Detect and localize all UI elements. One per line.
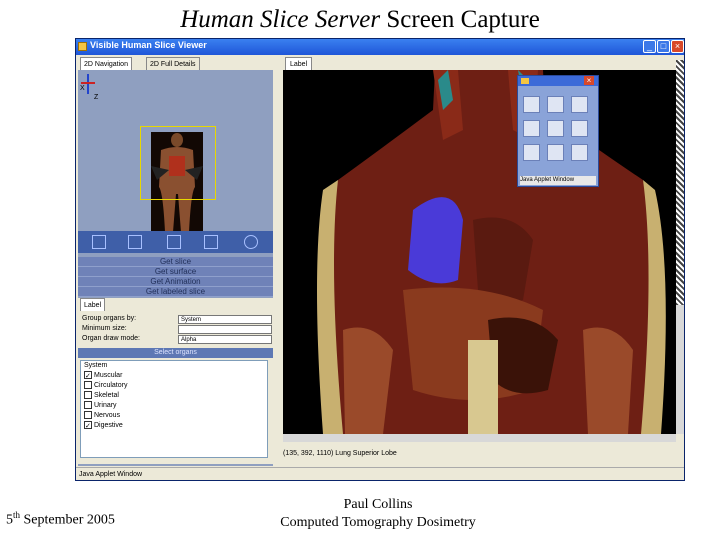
list-item[interactable]: Nervous (81, 411, 267, 421)
palette-status-label: Java Applet Window (520, 176, 596, 185)
slice-image-viewer[interactable] (283, 70, 676, 434)
rotate-left-icon[interactable] (523, 96, 540, 113)
flip-horizontal-icon[interactable] (547, 120, 564, 137)
date-rest: September 2005 (20, 512, 115, 528)
author-name: Paul Collins (343, 497, 413, 512)
group-organs-select[interactable]: System (178, 315, 272, 324)
organ-system-label: System (84, 362, 108, 369)
axis-x-icon (81, 82, 95, 84)
organ-draw-mode-label: Organ draw mode: (82, 335, 140, 342)
rotate-tool-icon[interactable] (92, 235, 106, 249)
navigation-area[interactable]: X Z (78, 70, 273, 246)
list-item[interactable]: ✓ Muscular (81, 371, 267, 381)
minimum-size-label: Minimum size: (82, 325, 127, 332)
decorative-stripe (676, 60, 684, 305)
checkbox-nervous[interactable] (84, 411, 92, 420)
checkbox-urinary[interactable] (84, 401, 92, 410)
help-icon[interactable] (571, 120, 588, 137)
maximize-button[interactable]: □ (657, 40, 670, 53)
left-tab-row: 2D Navigation 2D Full Details (78, 56, 273, 70)
get-surface-button[interactable]: Get surface (78, 267, 273, 277)
checkbox-skeletal[interactable] (84, 391, 92, 400)
select-organs-header: Select organs (78, 348, 273, 358)
organ-nervous-label: Nervous (94, 412, 121, 419)
previous-icon[interactable] (523, 144, 540, 161)
palette-titlebar[interactable]: × (518, 76, 598, 86)
checkbox-circulatory[interactable] (84, 381, 92, 390)
organ-list[interactable]: System ✓ Muscular Circulatory Skeletal Ur… (80, 360, 268, 458)
list-item[interactable]: Urinary (81, 401, 267, 411)
horizontal-scrollbar[interactable] (283, 434, 676, 442)
tab-2d-navigation[interactable]: 2D Navigation (80, 57, 132, 70)
minimize-button[interactable]: _ (643, 40, 656, 53)
slide-title-italic: Human Slice Server (180, 6, 381, 33)
get-slice-button[interactable]: Get slice (78, 257, 273, 267)
organ-circulatory-label: Circulatory (94, 382, 128, 389)
tab-2d-full-details[interactable]: 2D Full Details (146, 57, 200, 70)
get-animation-button[interactable]: Get Animation (78, 277, 273, 287)
java-icon (78, 42, 87, 51)
minimum-size-row: Minimum size: (82, 324, 272, 334)
group-organs-row: Group organs by: System (82, 314, 272, 324)
close-button[interactable]: × (671, 40, 684, 53)
next-icon[interactable] (547, 144, 564, 161)
organ-urinary-label: Urinary (94, 402, 117, 409)
presentation-credits: Paul Collins Computed Tomography Dosimet… (260, 496, 496, 532)
axis-z-icon (87, 74, 89, 94)
presentation-subtitle: Computed Tomography Dosimetry (280, 515, 476, 530)
cross-section-image[interactable] (283, 70, 676, 434)
organ-draw-mode-select[interactable]: Alpha (178, 335, 272, 344)
left-pane: 2D Navigation 2D Full Details X Z Get sl… (78, 56, 273, 466)
axis-z-label: Z (94, 94, 99, 101)
list-item[interactable]: Skeletal (81, 391, 267, 401)
coordinate-readout: (135, 392, 1110) Lung Superior Lobe (283, 450, 397, 457)
organ-skeletal-label: Skeletal (94, 392, 119, 399)
date-day: 5 (6, 512, 13, 528)
action-button-stack: Get slice Get surface Get Animation Get … (78, 257, 273, 297)
window-title: Visible Human Slice Viewer (90, 40, 207, 50)
organ-muscular-label: Muscular (94, 372, 123, 379)
palette-close-button[interactable]: × (584, 76, 594, 85)
resize-tool-icon[interactable] (167, 235, 181, 249)
axis-x-label: X (80, 85, 85, 92)
info-icon[interactable] (571, 96, 588, 113)
rotate-right-icon[interactable] (547, 96, 564, 113)
presentation-date: 5th September 2005 (6, 510, 115, 529)
minimum-size-slider[interactable] (178, 325, 272, 334)
label-panel: Label Group organs by: System Minimum si… (78, 298, 273, 464)
refresh-tool-icon[interactable] (244, 235, 258, 249)
status-bar: Java Applet Window (76, 467, 684, 480)
group-organs-label: Group organs by: (82, 315, 137, 322)
date-suffix: th (13, 510, 21, 520)
java-cup-icon (521, 78, 529, 84)
organ-draw-mode-row: Organ draw mode: Alpha (82, 334, 272, 344)
tab-label-view[interactable]: Label (285, 57, 313, 71)
slide-title: Human Slice Server Screen Capture (0, 6, 720, 34)
slice-selection-frame[interactable] (140, 126, 216, 200)
slide-title-rest: Screen Capture (380, 6, 540, 33)
navigation-toolbar (78, 231, 273, 253)
tool-palette-window: × Java Applet Window (517, 75, 599, 187)
list-item[interactable]: System (81, 361, 267, 371)
flip-vertical-icon[interactable] (523, 120, 540, 137)
checkbox-digestive[interactable]: ✓ (84, 421, 92, 430)
list-item[interactable]: ✓ Digestive (81, 421, 267, 431)
window-titlebar[interactable]: Visible Human Slice Viewer _ □ × (76, 39, 684, 55)
tab-label[interactable]: Label (80, 298, 106, 311)
get-labeled-slice-button[interactable]: Get labeled slice (78, 287, 273, 297)
list-item[interactable]: Circulatory (81, 381, 267, 391)
save-icon[interactable] (571, 144, 588, 161)
organ-digestive-label: Digestive (94, 422, 123, 429)
right-pane: Label (135, 392, 1110) Lung Superior Lob… (281, 56, 684, 466)
crop-tool-icon[interactable] (128, 235, 142, 249)
checkbox-muscular[interactable]: ✓ (84, 371, 92, 380)
reset-tool-icon[interactable] (204, 235, 218, 249)
